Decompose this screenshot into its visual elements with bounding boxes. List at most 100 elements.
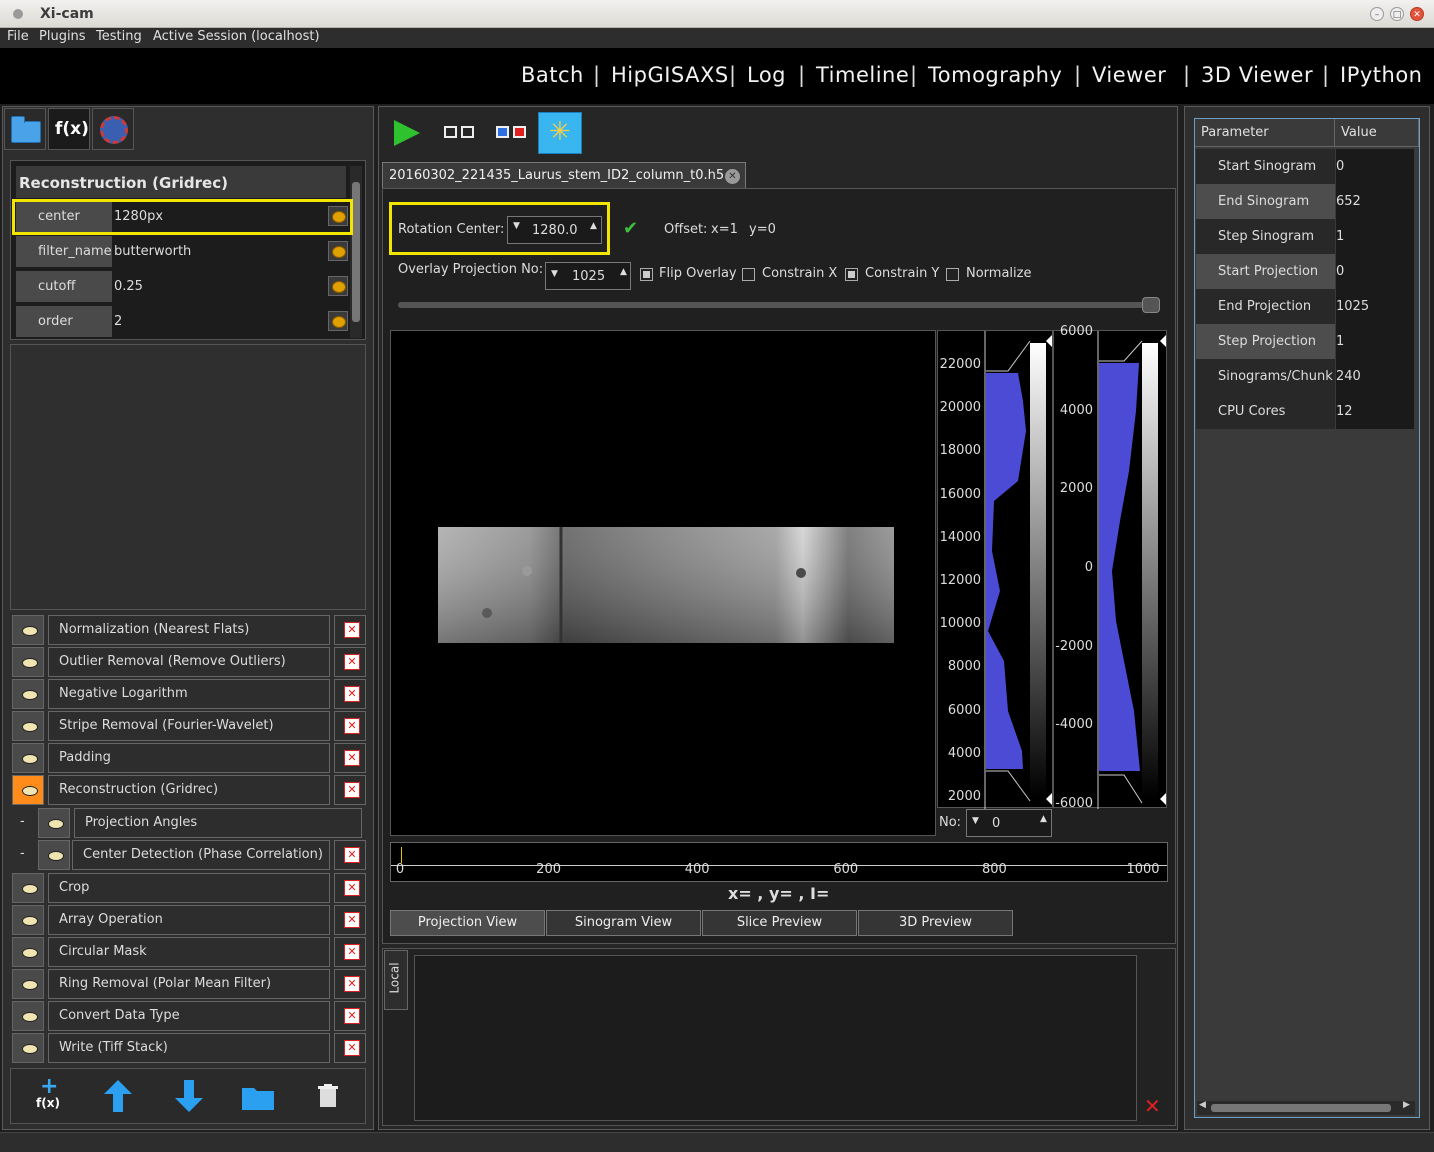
tab-sinogram-view[interactable]: Sinogram View: [546, 910, 701, 936]
delete-icon[interactable]: [334, 647, 366, 677]
workflow-item[interactable]: Write (Tiff Stack): [12, 1033, 366, 1063]
eye-icon[interactable]: [12, 775, 44, 805]
add-function-button[interactable]: + f(x): [34, 1074, 74, 1114]
nav-batch[interactable]: Batch: [521, 63, 584, 87]
close-tab-icon[interactable]: ✕: [725, 169, 740, 184]
overlay-slider-handle[interactable]: [1142, 297, 1160, 313]
3d-preview-button[interactable]: [488, 112, 532, 154]
eye-icon[interactable]: [12, 711, 44, 741]
decrement-icon[interactable]: ▼: [972, 816, 979, 826]
menu-testing[interactable]: Testing: [96, 29, 142, 44]
reset-default-icon[interactable]: [328, 276, 348, 296]
nav-ipython[interactable]: IPython: [1340, 63, 1423, 87]
tab-functions[interactable]: f(x): [48, 108, 90, 150]
nav-hipgisaxs[interactable]: HipGISAXS: [611, 63, 729, 87]
workflow-item[interactable]: Padding: [12, 743, 366, 773]
eye-icon[interactable]: [12, 873, 44, 903]
maximize-button[interactable]: □: [1390, 7, 1404, 21]
parameter-tree-scrollbar[interactable]: [350, 166, 362, 338]
eye-icon[interactable]: [12, 937, 44, 967]
frame-number-spinbox[interactable]: ▼ 0 ▲: [966, 809, 1052, 837]
scroll-right-icon[interactable]: ▶: [1403, 1100, 1410, 1110]
delete-icon[interactable]: [334, 873, 366, 903]
delete-icon[interactable]: [334, 905, 366, 935]
workflow-item[interactable]: Circular Mask: [12, 937, 366, 967]
eye-icon[interactable]: [12, 1033, 44, 1063]
delete-icon[interactable]: [334, 969, 366, 999]
table-row[interactable]: Start Sinogram 0: [1196, 149, 1418, 184]
file-tab[interactable]: 20160302_221435_Laurus_stem_ID2_column_t…: [382, 162, 746, 188]
column-header-value[interactable]: Value: [1335, 119, 1419, 147]
delete-icon[interactable]: [334, 840, 366, 870]
table-row[interactable]: Step Projection 1: [1196, 324, 1418, 359]
eye-icon[interactable]: [38, 808, 70, 838]
close-button[interactable]: ✕: [1410, 7, 1424, 21]
projection-timeline[interactable]: [390, 842, 1168, 882]
table-horizontal-scrollbar[interactable]: ◀ ▶: [1197, 1100, 1415, 1115]
delete-icon[interactable]: [334, 743, 366, 773]
preview-button[interactable]: [436, 112, 480, 154]
nav-log[interactable]: Log: [747, 63, 786, 87]
tab-slice-preview[interactable]: Slice Preview: [702, 910, 857, 936]
timeline-cursor[interactable]: [401, 847, 402, 863]
delete-icon[interactable]: [334, 1033, 366, 1063]
reset-default-icon[interactable]: [328, 311, 348, 331]
eye-icon[interactable]: [12, 905, 44, 935]
nav-3d-viewer[interactable]: 3D Viewer: [1201, 63, 1313, 87]
delete-icon[interactable]: [334, 1001, 366, 1031]
workflow-item[interactable]: Ring Removal (Polar Mean Filter): [12, 969, 366, 999]
workflow-item[interactable]: Convert Data Type: [12, 1001, 366, 1031]
nav-timeline[interactable]: Timeline: [816, 63, 909, 87]
decrement-icon[interactable]: ▼: [551, 269, 558, 279]
workflow-item[interactable]: Normalization (Nearest Flats): [12, 615, 366, 645]
delete-icon[interactable]: [334, 615, 366, 645]
param-value[interactable]: 0.25: [114, 279, 143, 294]
tab-files[interactable]: [4, 108, 46, 150]
image-view[interactable]: [390, 330, 936, 836]
nav-viewer[interactable]: Viewer: [1092, 63, 1166, 87]
workflow-item[interactable]: Negative Logarithm: [12, 679, 366, 709]
table-row[interactable]: Step Sinogram 1: [1196, 219, 1418, 254]
reset-default-icon[interactable]: [328, 241, 348, 261]
delete-icon[interactable]: [334, 775, 366, 805]
center-detect-button[interactable]: ✳: [538, 112, 582, 154]
workflow-item[interactable]: Outlier Removal (Remove Outliers): [12, 647, 366, 677]
eye-icon[interactable]: [12, 743, 44, 773]
eye-icon[interactable]: [12, 615, 44, 645]
normalize-checkbox[interactable]: [946, 268, 959, 281]
delete-icon[interactable]: [334, 711, 366, 741]
eye-icon[interactable]: [12, 647, 44, 677]
menu-file[interactable]: File: [7, 29, 29, 44]
param-row-order[interactable]: order 2: [16, 306, 348, 337]
table-row[interactable]: End Projection 1025: [1196, 289, 1418, 324]
nav-tomography[interactable]: Tomography: [928, 63, 1062, 87]
tab-3d-preview[interactable]: 3D Preview: [858, 910, 1013, 936]
delete-icon[interactable]: [334, 937, 366, 967]
workflow-subitem[interactable]: - Center Detection (Phase Correlation): [12, 840, 366, 870]
eye-icon[interactable]: [38, 840, 70, 870]
tab-reconstruction[interactable]: [92, 108, 134, 150]
overlay-projection-spinbox[interactable]: ▼ 1025 ▲: [545, 262, 631, 290]
eye-closed-icon[interactable]: [12, 1001, 44, 1031]
table-row[interactable]: Start Projection 0: [1196, 254, 1418, 289]
minimize-button[interactable]: –: [1370, 7, 1384, 21]
table-row[interactable]: End Sinogram 652: [1196, 184, 1418, 219]
console-output[interactable]: [414, 955, 1137, 1121]
workflow-subitem[interactable]: - Projection Angles: [12, 808, 366, 838]
scroll-left-icon[interactable]: ◀: [1199, 1100, 1206, 1110]
trash-icon[interactable]: [318, 1084, 338, 1108]
param-row-filter-name[interactable]: filter_name butterworth: [16, 236, 348, 267]
open-folder-icon[interactable]: [242, 1084, 278, 1112]
run-button[interactable]: [382, 112, 426, 154]
clear-console-icon[interactable]: ✕: [1144, 1094, 1161, 1118]
eye-icon[interactable]: [12, 679, 44, 709]
param-value[interactable]: butterworth: [114, 244, 191, 259]
param-row-cutoff[interactable]: cutoff 0.25: [16, 271, 348, 302]
menu-plugins[interactable]: Plugins: [39, 29, 86, 44]
menu-active-session[interactable]: Active Session (localhost): [153, 29, 320, 44]
table-row[interactable]: CPU Cores 12: [1196, 394, 1418, 429]
tab-projection-view[interactable]: Projection View: [390, 910, 545, 936]
eye-closed-icon[interactable]: [12, 969, 44, 999]
tab-local[interactable]: Local: [384, 950, 408, 1010]
constrain-y-checkbox[interactable]: [845, 268, 858, 281]
